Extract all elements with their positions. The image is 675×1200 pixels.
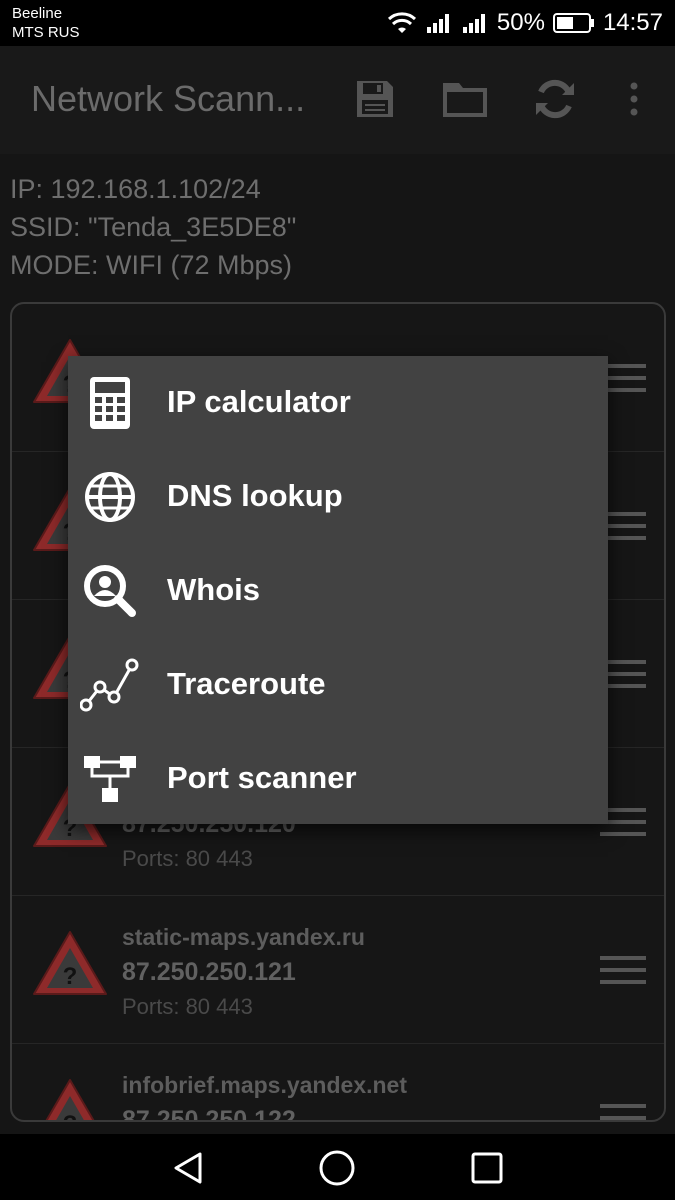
network-tree-icon xyxy=(80,749,140,809)
host-ports: Ports: 80 443 xyxy=(122,994,253,1019)
menu-item-label: Traceroute xyxy=(167,666,326,701)
back-icon[interactable] xyxy=(166,1146,210,1190)
signal-icon-1 xyxy=(426,14,449,33)
folder-icon[interactable] xyxy=(440,74,490,124)
signal-icon-2 xyxy=(462,14,485,33)
tools-popup-menu: IP calculator DNS lookup Whois Tracerout… xyxy=(68,356,608,824)
status-indicators: 50% 14:57 xyxy=(387,6,663,40)
warning-icon: ? xyxy=(33,931,107,995)
carrier-info: Beeline MTS RUS xyxy=(12,4,80,42)
ssid-info: SSID: "Tenda_3E5DE8" xyxy=(10,212,297,242)
person-search-icon xyxy=(80,561,140,621)
menu-item-port-scanner[interactable]: Port scanner xyxy=(68,732,608,826)
battery-icon xyxy=(552,13,594,33)
app-bar: Network Scann... xyxy=(0,46,675,154)
menu-item-label: DNS lookup xyxy=(167,478,343,513)
menu-item-ip-calculator[interactable]: IP calculator xyxy=(68,356,608,450)
menu-item-whois[interactable]: Whois xyxy=(68,544,608,638)
clock: 14:57 xyxy=(602,9,663,36)
svg-text:?: ? xyxy=(63,963,78,990)
recents-icon[interactable] xyxy=(465,1146,509,1190)
globe-icon xyxy=(80,467,140,527)
host-ports: Ports: 80 443 xyxy=(122,846,253,871)
save-icon[interactable] xyxy=(350,74,400,124)
host-ip: 87.250.250.121 xyxy=(122,958,296,986)
navigation-bar xyxy=(0,1134,675,1200)
menu-item-label: Whois xyxy=(167,572,260,607)
host-row[interactable]: ? infobrief.maps.yandex.net 87.250.250.122 xyxy=(12,1044,664,1122)
calculator-icon xyxy=(80,373,140,433)
warning-icon: ? xyxy=(45,1079,95,1122)
app-title: Network Scann... xyxy=(31,78,306,119)
carrier-1: Beeline xyxy=(12,5,63,22)
wifi-icon xyxy=(387,12,416,33)
host-row[interactable]: ? static-maps.yandex.ru 87.250.250.121 Port… xyxy=(12,896,664,1044)
menu-item-traceroute[interactable]: Traceroute xyxy=(68,638,608,732)
menu-item-label: Port scanner xyxy=(167,760,357,795)
drag-handle-icon[interactable] xyxy=(600,1102,646,1122)
mode-info: MODE: WIFI (72 Mbps) xyxy=(10,250,293,280)
route-graph-icon xyxy=(80,655,140,715)
menu-item-dns-lookup[interactable]: DNS lookup xyxy=(68,450,608,544)
host-name: static-maps.yandex.ru xyxy=(122,924,365,950)
ip-info: IP: 192.168.1.102/24 xyxy=(10,174,261,204)
more-vert-icon[interactable] xyxy=(609,74,659,124)
host-ip: 87.250.250.122 xyxy=(122,1106,296,1122)
drag-handle-icon[interactable] xyxy=(600,954,646,986)
home-icon[interactable] xyxy=(315,1146,359,1190)
status-bar: Beeline MTS RUS 50% 14:57 xyxy=(0,0,675,46)
refresh-icon[interactable] xyxy=(530,74,580,124)
carrier-2: MTS RUS xyxy=(12,24,80,41)
svg-text:?: ? xyxy=(63,1111,78,1122)
menu-item-label: IP calculator xyxy=(167,384,351,419)
battery-percent: 50% xyxy=(496,9,545,36)
host-name: infobrief.maps.yandex.net xyxy=(122,1072,408,1098)
